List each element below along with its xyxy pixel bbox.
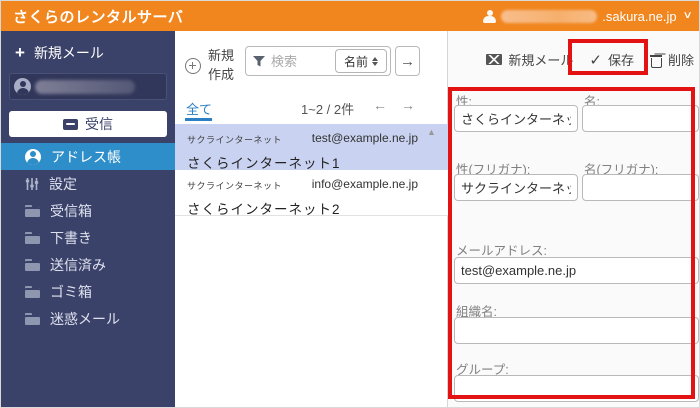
inbox-icon [63, 119, 78, 130]
save-button[interactable]: ✓ 保存 [589, 50, 634, 69]
list-tab-row: 全て 1~2 / 2件 ← → [175, 93, 448, 123]
email-field[interactable] [454, 257, 699, 284]
delete-button[interactable]: 削除 [650, 50, 694, 69]
contact-email: test@example.ne.jp [312, 131, 418, 145]
sidebar-item-sent[interactable]: 送信済み [1, 251, 175, 278]
first-name-field[interactable] [582, 105, 699, 132]
plus-circle-icon [185, 58, 201, 74]
new-mail-button[interactable]: + 新規メール [15, 43, 104, 63]
sidebar-item-label: 下書き [50, 228, 92, 248]
folder-icon [25, 205, 40, 217]
new-contact-button[interactable]: 新規作成 [185, 47, 238, 85]
trash-icon [650, 53, 662, 67]
envelope-icon [486, 54, 502, 65]
sidebar-item-label: 受信箱 [50, 201, 92, 221]
contact-furigana: サクラインターネット [187, 181, 282, 191]
new-contact-label: 新規作成 [208, 47, 238, 85]
user-icon [14, 78, 31, 95]
org-field[interactable] [454, 317, 699, 344]
app-title: さくらのレンタルサーバ [1, 6, 183, 27]
sort-arrows-icon [372, 57, 378, 66]
plus-icon: + [15, 45, 25, 61]
sidebar-item-label: 設定 [49, 174, 77, 194]
filter-icon [253, 56, 265, 67]
contact-detail-panel: 新規メール ✓ 保存 削除 [448, 31, 700, 408]
tab-active-indicator [185, 118, 212, 121]
receive-label: 受信 [85, 114, 113, 134]
sidebar-item-inbox[interactable]: 受信箱 [1, 197, 175, 224]
app-header: さくらのレンタルサーバ .sakura.ne.jp ∨ [1, 1, 700, 31]
first-kana-field[interactable] [582, 174, 699, 201]
detail-new-mail-button[interactable]: 新規メール [486, 50, 573, 69]
chevron-down-icon: ∨ [682, 11, 692, 21]
new-mail-label: 新規メール [34, 43, 104, 63]
contact-list-panel: 新規作成 名前 → 全て 1~2 / 2件 ← → サクラインターネット te [175, 31, 448, 408]
person-icon [483, 10, 496, 23]
folder-icon [25, 259, 40, 271]
sort-select-value: 名前 [344, 53, 368, 70]
detail-new-mail-label: 新規メール [508, 50, 573, 69]
last-kana-field[interactable] [454, 174, 578, 201]
prev-page-icon[interactable]: ← [373, 97, 387, 113]
account-menu[interactable]: .sakura.ne.jp ∨ [483, 1, 691, 31]
sort-select[interactable]: 名前 [335, 49, 387, 73]
group-field[interactable] [454, 375, 699, 402]
contact-email: info@example.ne.jp [312, 177, 418, 191]
delete-label: 削除 [668, 50, 694, 69]
detail-toolbar: 新規メール ✓ 保存 削除 [486, 50, 694, 69]
account-domain: .sakura.ne.jp [602, 9, 676, 24]
sidebar-nav: アドレス帳 設定 受信箱 下書き [1, 143, 175, 332]
account-selector[interactable] [9, 73, 167, 100]
pagination-count: 1~2 / 2件 [301, 99, 354, 118]
next-page-icon[interactable]: → [401, 97, 415, 113]
sidebar-item-spam[interactable]: 迷惑メール [1, 305, 175, 332]
search-box: 名前 [245, 46, 391, 76]
scroll-up-icon[interactable]: ▲ [427, 127, 436, 137]
search-input[interactable] [271, 54, 319, 69]
contact-row-2[interactable]: サクラインターネット info@example.ne.jp さくらインターネット… [175, 170, 448, 216]
sidebar-item-label: ゴミ箱 [50, 282, 92, 302]
last-name-field[interactable] [454, 105, 578, 132]
sidebar-item-drafts[interactable]: 下書き [1, 224, 175, 251]
masked-account-name [501, 10, 597, 23]
sidebar-item-settings[interactable]: 設定 [1, 170, 175, 197]
sidebar-item-label: アドレス帳 [51, 147, 121, 167]
contact-furigana: サクラインターネット [187, 135, 282, 145]
contact-name: さくらインターネット1 [187, 152, 436, 172]
arrow-right-icon: → [400, 53, 415, 70]
contact-list: サクラインターネット test@example.ne.jp さくらインターネット… [175, 124, 448, 216]
contact-row-1[interactable]: サクラインターネット test@example.ne.jp さくらインターネット… [175, 124, 448, 170]
folder-icon [25, 313, 40, 325]
sidebar-item-label: 迷惑メール [50, 309, 120, 329]
check-icon: ✓ [589, 51, 602, 69]
sidebar-item-trash[interactable]: ゴミ箱 [1, 278, 175, 305]
save-label: 保存 [608, 50, 634, 69]
webmail-app: さくらのレンタルサーバ .sakura.ne.jp ∨ + 新規メール 受信 ア… [0, 0, 700, 408]
person-circle-icon [25, 149, 41, 165]
folder-icon [25, 232, 40, 244]
contact-name: さくらインターネット2 [187, 198, 436, 218]
tab-all[interactable]: 全て [186, 99, 212, 118]
search-go-button[interactable]: → [395, 46, 420, 76]
masked-username [35, 80, 135, 94]
sidebar: + 新規メール 受信 アドレス帳 [1, 31, 175, 408]
folder-icon [25, 286, 40, 298]
sidebar-item-addressbook[interactable]: アドレス帳 [1, 143, 175, 170]
sidebar-item-label: 送信済み [50, 255, 106, 275]
sliders-icon [25, 177, 39, 191]
receive-button[interactable]: 受信 [9, 111, 167, 137]
